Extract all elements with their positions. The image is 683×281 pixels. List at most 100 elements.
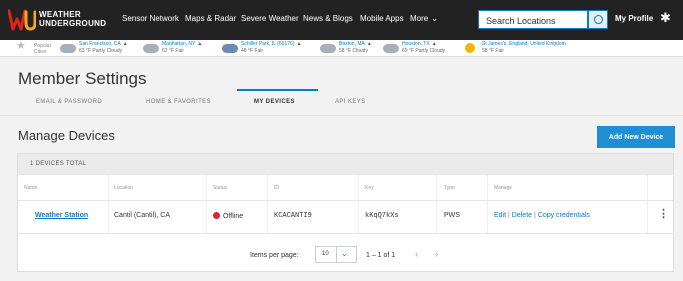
logo-line-1: WEATHER [39, 10, 81, 19]
column-divider [487, 175, 488, 233]
device-type: PWS [444, 212, 460, 219]
devices-total-label: 1 DEVICES TOTAL [30, 161, 87, 167]
next-page-icon[interactable]: › [435, 249, 438, 260]
offline-status-dot [213, 212, 220, 219]
divider [18, 233, 673, 234]
chevron-down-icon: ⌄ [341, 249, 348, 258]
page-title: Member Settings [18, 69, 147, 88]
tab-home-favorites[interactable]: HOME & FAVORITES [146, 99, 211, 105]
column-header-id: ID [274, 185, 279, 191]
city-name: Schiller Park, IL (60176) [241, 41, 295, 47]
gear-icon[interactable]: ✱ [660, 10, 671, 25]
nav-sensor-network[interactable]: Sensor Network [122, 14, 179, 23]
device-status: Offline [213, 212, 243, 220]
column-divider [358, 175, 359, 233]
popular-cities-bar: ★ Popular Cities San Francisco, CA ▲ 63 °… [0, 40, 683, 57]
night-cloud-icon [222, 44, 238, 53]
nav-severe-weather[interactable]: Severe Weather [241, 14, 299, 23]
devices-total-bar: 1 DEVICES TOTAL [18, 154, 673, 174]
search-input[interactable] [479, 12, 587, 30]
more-options-icon[interactable]: ⋮ [658, 209, 669, 220]
popular-cities-label: Popular Cities [34, 43, 52, 55]
cloud-icon [383, 44, 399, 53]
city-condition: 58 °F Cloudy [339, 48, 368, 54]
active-tab-indicator [237, 89, 318, 91]
devices-table-panel: 1 DEVICES TOTAL Name Location Status ID … [17, 153, 674, 272]
wu-logo-mark-icon [8, 9, 36, 31]
star-icon[interactable]: ★ [16, 41, 26, 52]
cloud-icon [60, 44, 76, 53]
city-name-wrap: Houston, TX ▲ [402, 41, 437, 47]
divider [18, 200, 673, 201]
column-header-name: Name [24, 185, 38, 191]
device-manage-actions: Edit | Delete | Copy credentials [494, 212, 590, 219]
warning-icon: ▲ [366, 41, 372, 47]
column-divider [206, 175, 207, 233]
city-name: Manhattan, NY [162, 41, 196, 47]
top-navigation-bar: WEATHER UNDERGROUND Sensor Network Maps … [0, 0, 683, 40]
my-profile-link[interactable]: My Profile [615, 14, 653, 23]
nav-mobile-apps[interactable]: Mobile Apps [360, 14, 404, 23]
cloud-icon [320, 44, 336, 53]
column-header-type: Type [444, 185, 455, 191]
pagination-range: 1 – 1 of 1 [366, 252, 396, 259]
nav-maps-radar[interactable]: Maps & Radar [185, 14, 236, 23]
search-box [478, 10, 588, 30]
items-per-page-select[interactable]: 10 ⌄ [315, 246, 357, 263]
device-location: Cantil (Cantil), CA [114, 212, 171, 219]
separator: | [508, 212, 510, 219]
city-name: San Francisco, CA [79, 41, 121, 47]
weather-underground-logo[interactable]: WEATHER UNDERGROUND [8, 8, 106, 32]
edit-link[interactable]: Edit [494, 212, 506, 219]
column-header-manage: Manage [494, 185, 513, 191]
city-condition: 69 °F Partly Cloudy [402, 48, 446, 54]
column-divider [108, 175, 109, 233]
nav-more[interactable]: More ⌄ [410, 14, 438, 23]
sun-icon [465, 43, 475, 53]
nav-news-blogs[interactable]: News & Blogs [303, 14, 353, 23]
nav-more-label: More [410, 14, 429, 23]
add-new-device-button[interactable]: Add New Device [597, 126, 675, 148]
city-name-wrap: San Francisco, CA ▲ [79, 41, 128, 47]
city-condition: 62 °F Fair [162, 48, 185, 54]
column-divider [647, 175, 648, 233]
divider [336, 247, 337, 262]
column-divider [436, 175, 437, 233]
device-name-link[interactable]: Weather Station [35, 212, 88, 219]
city-condition: 63 °F Partly Cloudy [79, 48, 123, 54]
settings-tabs: EMAIL & PASSWORD HOME & FAVORITES MY DEV… [0, 90, 683, 116]
warning-icon: ▲ [197, 41, 203, 47]
tab-my-devices[interactable]: MY DEVICES [254, 99, 295, 105]
items-per-page-value: 10 [322, 251, 329, 257]
city-name: St James's, England, United Kingdom [482, 41, 566, 47]
location-target-icon[interactable] [588, 10, 608, 29]
logo-line-2: UNDERGROUND [39, 19, 107, 28]
cloud-icon [143, 44, 159, 53]
city-condition: 46 °F Fair [241, 48, 264, 54]
divider [18, 174, 673, 175]
city-condition: 58 °F Fair [482, 48, 505, 54]
city-name-wrap: Schiller Park, IL (60176) ▲ [241, 41, 301, 47]
city-name: Houston, TX [402, 41, 430, 47]
previous-page-icon[interactable]: ‹ [415, 249, 418, 260]
warning-icon: ▲ [296, 41, 302, 47]
city-name-wrap: Manhattan, NY ▲ [162, 41, 202, 47]
chevron-down-icon: ⌄ [431, 14, 438, 23]
tab-api-keys[interactable]: API KEYS [335, 99, 366, 105]
city-name-wrap: Boston, MA ▲ [339, 41, 372, 47]
device-key: kKqQ7kXs [365, 212, 399, 220]
tab-email-password[interactable]: EMAIL & PASSWORD [36, 99, 102, 105]
column-header-location: Location [114, 185, 133, 191]
delete-link[interactable]: Delete [512, 212, 532, 219]
column-divider [267, 175, 268, 233]
column-header-status: Status [213, 185, 228, 191]
items-per-page-label: Items per page: [250, 252, 299, 259]
column-header-key: Key [365, 185, 374, 191]
separator: | [533, 212, 536, 219]
section-heading: Manage Devices [18, 128, 115, 143]
device-id: KCACANTI9 [274, 212, 312, 220]
copy-credentials-link[interactable]: Copy credentials [538, 212, 590, 219]
device-status-label: Offline [223, 213, 244, 220]
city-name: Boston, MA [339, 41, 365, 47]
logo-text: WEATHER UNDERGROUND [39, 10, 106, 28]
